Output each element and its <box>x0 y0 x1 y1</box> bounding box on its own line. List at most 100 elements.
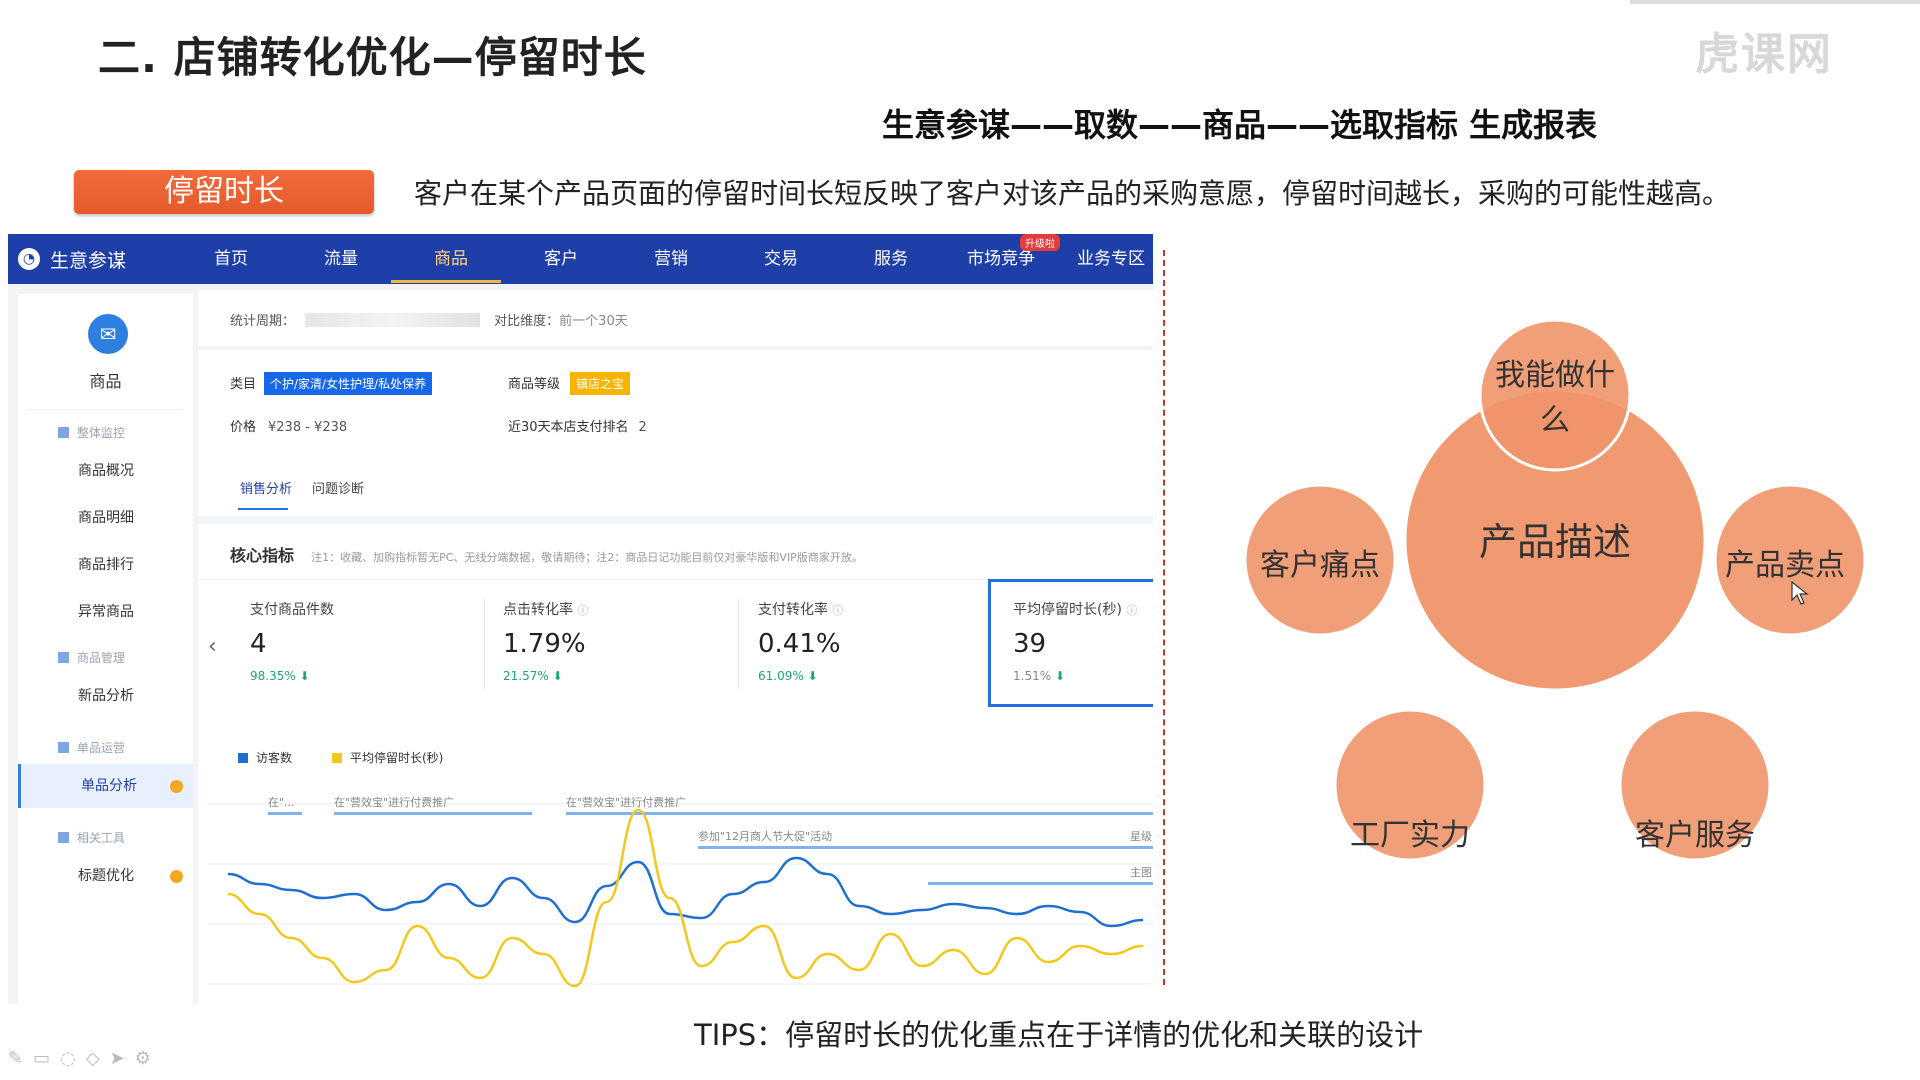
grade-label: 商品等级 <box>508 377 561 392</box>
metric-label: 点击转化率 ⓘ <box>503 599 733 619</box>
nav-service[interactable]: 服务 <box>836 234 946 284</box>
nav-customer[interactable]: 客户 <box>506 234 616 284</box>
category-row: 类目 个护/家清/女性护理/私处保养 <box>230 372 433 395</box>
venn-bottom-right-label: 客户服务 <box>1635 818 1755 853</box>
sidebar-group-single: 单品运营 <box>58 739 125 756</box>
sidebar-item-abnormal[interactable]: 异常商品 <box>18 590 193 634</box>
metric-divider <box>738 599 739 689</box>
sidebar-group-overview: 整体监控 <box>58 424 125 441</box>
annotation-label[interactable]: 主图 <box>1130 866 1152 879</box>
metric-value: 4 <box>250 629 267 659</box>
sidebar-group-tools: 相关工具 <box>58 829 125 846</box>
sidebar-group-manage: 商品管理 <box>58 649 125 666</box>
metric-delta: 61.09% ⬇ <box>758 669 988 683</box>
building-icon <box>58 652 69 663</box>
legend-visitors[interactable]: 访客数 <box>238 749 292 766</box>
tab-bar: 销售分析 问题诊断 <box>198 460 1153 516</box>
metric-click-conversion[interactable]: 点击转化率 ⓘ 1.79% 21.57% ⬇ <box>503 599 733 709</box>
sidebar-item-label: 单品分析 <box>81 778 137 794</box>
nav-home[interactable]: 首页 <box>176 234 286 284</box>
core-header: 核心指标 注1：收藏、加购指标暂无PC、无线分端数据，敬请期待；注2：商品日记功… <box>230 542 863 566</box>
sidebar-item-title-opt[interactable]: 标题优化 <box>18 854 193 898</box>
compass-icon: ◔ <box>18 248 40 270</box>
category-label: 类目 <box>230 377 257 392</box>
venn-bottom-left-label: 工厂实力 <box>1350 818 1470 853</box>
price-value: ¥238 - ¥238 <box>268 420 348 435</box>
sidebar-item-new[interactable]: 新品分析 <box>18 674 193 718</box>
metric-pay-conversion[interactable]: 支付转化率 ⓘ 0.41% 61.09% ⬇ <box>758 599 988 709</box>
metric-pay-count[interactable]: 支付商品件数 4 98.35% ⬇ <box>250 599 480 709</box>
annotation-label[interactable]: 在"... <box>268 796 295 809</box>
nav-marketing[interactable]: 营销 <box>616 234 726 284</box>
venn-center-label: 产品描述 <box>1479 522 1631 564</box>
period-row: 统计周期： 对比维度：前一个30天 <box>230 310 628 329</box>
annotation-bar <box>268 812 302 815</box>
metric-label-text: 点击转化率 <box>503 602 573 618</box>
price-label: 价格 <box>230 420 257 435</box>
product-description-diagram: 产品描述 我能做什 么 客户痛点 产品卖点 工厂实力 客户服务 <box>1243 318 1867 862</box>
tab-sales-analysis[interactable]: 销售分析 <box>240 478 292 497</box>
help-icon[interactable]: ⓘ <box>577 604 588 617</box>
screen-icon[interactable]: ▭ <box>33 1048 60 1069</box>
settings-icon[interactable]: ⚙ <box>135 1048 161 1069</box>
nav-trade[interactable]: 交易 <box>726 234 836 284</box>
building-icon <box>58 427 69 438</box>
nav-product[interactable]: 商品 <box>396 234 506 284</box>
metric-delta: 98.35% ⬇ <box>250 669 480 683</box>
venn-top-circle <box>1478 318 1632 472</box>
sidebar-item-detail[interactable]: 商品明细 <box>18 496 193 540</box>
annotation-label[interactable]: 参加"12月商人节大促"活动 <box>698 829 832 843</box>
metric-value: 0.41% <box>758 629 841 659</box>
category-chip: 个护/家清/女性护理/私处保养 <box>264 372 433 395</box>
sidebar-item-label: 标题优化 <box>78 868 134 884</box>
metric-delta: 21.57% ⬇ <box>503 669 733 683</box>
watermark-logo: 虎课网 <box>1695 29 1833 80</box>
sidebar-group-label: 商品管理 <box>77 651 126 665</box>
annotation-label[interactable]: 在"营效宝"进行付费推广 <box>566 795 686 809</box>
core-note: 注1：收藏、加购指标暂无PC、无线分端数据，敬请期待；注2：商品日记功能目前仅对… <box>311 551 863 564</box>
brand[interactable]: ◔ 生意参谋 <box>18 234 126 284</box>
annotation-bar <box>928 882 1153 885</box>
sidebar-group-label: 整体监控 <box>77 426 126 440</box>
metric-value: 1.79% <box>503 629 586 659</box>
selected-metric-frame <box>988 579 1153 707</box>
compare-label: 对比维度： <box>494 314 560 329</box>
trend-chart: 在"... 在"营效宝"进行付费推广 在"营效宝"进行付费推广 参加"12月商人… <box>208 795 1153 988</box>
venn-right-label: 产品卖点 <box>1725 548 1845 583</box>
metric-delta-value: 61.09% <box>758 669 804 683</box>
pen-icon[interactable]: ✎ <box>8 1048 33 1069</box>
sidebar-item-single-analysis[interactable]: 单品分析 <box>18 764 193 808</box>
period-label: 统计周期： <box>230 314 296 329</box>
section-divider <box>1163 250 1165 985</box>
arrow-down-icon: ⬇ <box>299 669 310 683</box>
nav-traffic[interactable]: 流量 <box>286 234 396 284</box>
annotation-label[interactable]: 星级 <box>1130 830 1152 843</box>
price-row: 价格 ¥238 - ¥238 <box>230 416 347 435</box>
metric-divider <box>484 599 485 689</box>
metric-delta-value: 21.57% <box>503 669 549 683</box>
tab-diagnosis[interactable]: 问题诊断 <box>312 478 364 497</box>
annotation-toolbar: ✎▭◌◇➤⚙ <box>8 1048 161 1069</box>
period-value-blurred <box>305 313 481 327</box>
legend-swatch <box>238 753 248 763</box>
product-info: 类目 个护/家清/女性护理/私处保养 商品等级 镇店之宝 价格 ¥238 - ¥238… <box>198 350 1153 460</box>
brand-label: 生意参谋 <box>50 249 127 272</box>
annotation-label[interactable]: 在"营效宝"进行付费推广 <box>334 795 454 809</box>
notification-dot <box>170 870 183 883</box>
rank-value: 2 <box>638 420 647 435</box>
eraser-icon[interactable]: ◌ <box>60 1048 86 1069</box>
series-line-1[interactable] <box>227 856 1144 928</box>
building-icon <box>58 832 69 843</box>
legend-avg-stay[interactable]: 平均停留时长(秒) <box>332 749 443 766</box>
help-icon[interactable]: ⓘ <box>832 604 843 617</box>
nav-business[interactable]: 业务专区 <box>1056 234 1153 284</box>
topic-description: 客户在某个产品页面的停留时间长短反映了客户对该产品的采购意愿，停留时间越长，采购… <box>414 177 1731 210</box>
sidebar-item-overview[interactable]: 商品概况 <box>18 449 193 493</box>
metric-label-text: 支付转化率 <box>758 602 828 618</box>
highlighter-icon[interactable]: ◇ <box>86 1048 110 1069</box>
sidebar-item-ranking[interactable]: 商品排行 <box>18 543 193 587</box>
period-bar: 统计周期： 对比维度：前一个30天 <box>198 290 1153 346</box>
pointer-icon[interactable]: ➤ <box>110 1048 135 1069</box>
compare-value[interactable]: 前一个30天 <box>559 314 628 329</box>
top-nav: ◔ 生意参谋 首页 流量 商品 客户 营销 交易 服务 市场竞争 业务专区 升级… <box>8 234 1153 284</box>
